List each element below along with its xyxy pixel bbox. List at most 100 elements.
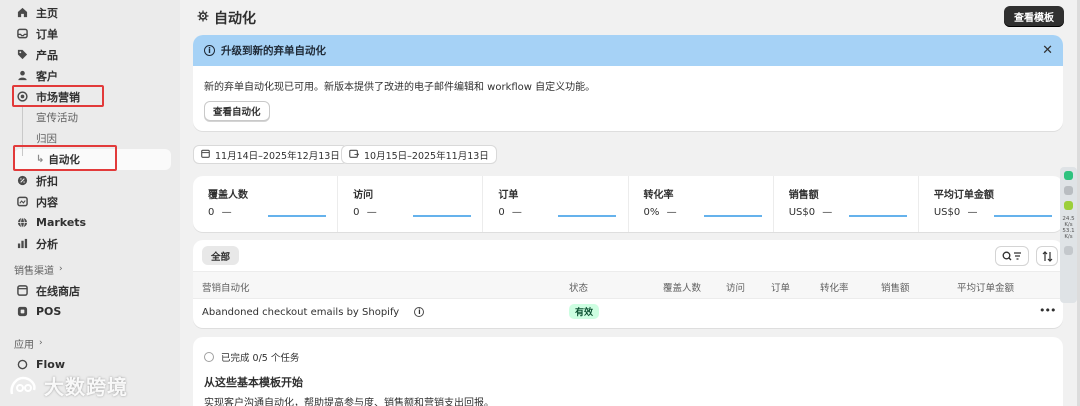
sidebar-item-analytics[interactable]: 分析 <box>0 233 180 254</box>
column-header[interactable]: 销售额 <box>881 280 910 294</box>
sales-channels-header[interactable]: 销售渠道 › <box>0 258 180 280</box>
column-header[interactable]: 覆盖人数 <box>663 280 701 294</box>
metrics-bar: 覆盖人数 0 — 访问 0 — 订单 0 — 转化率 0% — 销售额 US$0… <box>193 176 1063 232</box>
sidebar-item-customers[interactable]: 客户 <box>0 65 180 86</box>
widget-tile-icon <box>1064 186 1073 195</box>
tag-icon <box>16 49 28 61</box>
sidebar-item-label: 在线商店 <box>36 284 80 298</box>
upgrade-banner: i 升级到新的弃单自动化 ✕ 新的弃单自动化现已可用。新版本提供了改进的电子邮件… <box>193 35 1063 131</box>
metric-number: 0 <box>498 207 505 218</box>
sidebar-item-label: 市场营销 <box>36 90 80 104</box>
metric-visits[interactable]: 访问 0 — <box>338 176 484 232</box>
view-automation-button[interactable]: 查看自动化 <box>204 101 270 121</box>
metric-conversion[interactable]: 转化率 0% — <box>629 176 774 232</box>
flow-icon <box>16 359 28 371</box>
speed-unit: K/s <box>1064 234 1073 240</box>
sidebar-item-markets[interactable]: Markets <box>0 212 180 233</box>
floating-widget[interactable]: 24.5 K/s 53.1 K/s <box>1060 167 1077 303</box>
column-header[interactable]: 订单 <box>771 280 790 294</box>
metric-trend: — <box>666 207 677 218</box>
column-header[interactable]: 状态 <box>569 280 588 294</box>
status-badge: 有效 <box>569 304 600 319</box>
shield-icon <box>1064 171 1073 180</box>
target-icon <box>16 91 28 103</box>
discount-icon <box>16 175 28 187</box>
store-icon <box>16 285 28 297</box>
task-progress[interactable]: 已完成 0/5 个任务 <box>204 350 299 364</box>
info-icon[interactable]: i <box>414 307 425 317</box>
automation-name-cell: Abandoned checkout emails by Shopify i <box>202 307 425 318</box>
date-range-picker[interactable]: 11月14日–2025年12月13日 <box>193 145 348 164</box>
column-header[interactable]: 转化率 <box>820 280 849 294</box>
sidebar-item-label: 产品 <box>36 48 58 62</box>
sidebar-item-label: 归因 <box>36 133 57 145</box>
filter-tab-all[interactable]: 全部 <box>202 246 240 265</box>
metric-reach[interactable]: 覆盖人数 0 — <box>193 176 339 232</box>
metric-sales[interactable]: 销售额 US$0 — <box>774 176 919 232</box>
sparkline <box>413 215 472 217</box>
metric-aov[interactable]: 平均订单金额 US$0 — <box>919 176 1063 232</box>
sidebar-item-label: 客户 <box>36 69 58 83</box>
metric-trend: — <box>967 207 978 218</box>
info-icon: i <box>204 45 215 56</box>
sidebar-item-orders[interactable]: 订单 <box>0 23 180 44</box>
sidebar-item-marketing[interactable]: 市场营销 <box>0 86 180 107</box>
sidebar: 主页 订单 产品 客户 市场营销 宣传活动 归因 ↳ 自动化 折扣 内容 Mar… <box>0 0 180 406</box>
person-icon <box>16 70 28 82</box>
close-icon[interactable]: ✕ <box>1042 43 1053 58</box>
metric-label: 销售额 <box>788 190 819 201</box>
table-row[interactable]: Abandoned checkout emails by Shopify i 有… <box>193 299 1063 327</box>
chevron-right-icon: › <box>59 264 63 274</box>
sidebar-subitem-campaigns[interactable]: 宣传活动 <box>0 107 180 128</box>
metric-number: 0 <box>208 207 215 218</box>
sparkline <box>268 215 326 217</box>
watermark: 大数跨境 <box>8 371 128 400</box>
more-actions-icon[interactable]: ••• <box>1039 304 1056 317</box>
metric-trend: — <box>221 207 232 218</box>
search-filter-button[interactable] <box>995 246 1029 266</box>
tree-branch-icon: ↳ <box>36 154 45 165</box>
sidebar-subitem-attribution[interactable]: 归因 <box>0 128 180 149</box>
table-header: 营销自动化 状态 覆盖人数 访问 订单 转化率 销售额 平均订单金额 <box>193 272 1063 299</box>
sidebar-subitem-automations[interactable]: ↳ 自动化 <box>14 149 171 170</box>
task-card-title: 从这些基本模板开始 <box>204 376 303 389</box>
watermark-logo-icon <box>10 376 36 394</box>
automation-name[interactable]: Abandoned checkout emails by Shopify <box>202 307 399 318</box>
sidebar-item-label: 宣传活动 <box>36 112 78 124</box>
metric-orders[interactable]: 订单 0 — <box>483 176 629 232</box>
sidebar-item-discounts[interactable]: 折扣 <box>0 170 180 191</box>
chart-icon <box>16 238 28 250</box>
sparkline <box>558 215 617 217</box>
battery-icon <box>1064 201 1073 210</box>
column-header[interactable]: 访问 <box>726 280 745 294</box>
sidebar-item-home[interactable]: 主页 <box>0 2 180 23</box>
sparkline <box>848 215 907 217</box>
section-title: 应用 <box>14 339 34 351</box>
column-header[interactable]: 营销自动化 <box>202 280 250 294</box>
search-icon <box>1002 251 1021 261</box>
widget-tile-icon <box>1064 246 1073 255</box>
compare-date-picker[interactable]: 10月15日–2025年11月13日 <box>341 145 497 164</box>
column-header[interactable]: 平均订单金额 <box>957 280 1014 294</box>
sidebar-item-online-store[interactable]: 在线商店 <box>0 280 180 301</box>
sidebar-item-pos[interactable]: POS <box>0 301 180 322</box>
sidebar-item-products[interactable]: 产品 <box>0 44 180 65</box>
view-templates-button[interactable]: 查看模板 <box>1004 6 1064 27</box>
sidebar-item-label: POS <box>36 305 62 318</box>
metric-number: 0 <box>353 207 360 218</box>
page-title: 自动化 <box>197 8 256 28</box>
automation-icon <box>197 10 209 26</box>
apps-header[interactable]: 应用 › <box>0 332 180 354</box>
compare-range-label: 10月15日–2025年11月13日 <box>364 150 489 162</box>
automations-table: 全部 营销自动化 状态 覆盖人数 访问 订单 转化率 销售额 平均订单金额 Ab… <box>193 240 1063 328</box>
metric-trend: — <box>822 207 833 218</box>
metric-label: 转化率 <box>643 190 674 201</box>
sidebar-item-content[interactable]: 内容 <box>0 191 180 212</box>
page-title-text: 自动化 <box>214 11 256 27</box>
sort-button[interactable] <box>1036 246 1058 266</box>
sidebar-item-label: 折扣 <box>36 174 58 188</box>
network-speed: 24.5 K/s 53.1 K/s <box>1062 216 1074 240</box>
date-range-label: 11月14日–2025年12月13日 <box>215 150 340 162</box>
inbox-icon <box>16 28 28 40</box>
banner-text: 新的弃单自动化现已可用。新版本提供了改进的电子邮件编辑和 workflow 自定… <box>204 82 596 93</box>
